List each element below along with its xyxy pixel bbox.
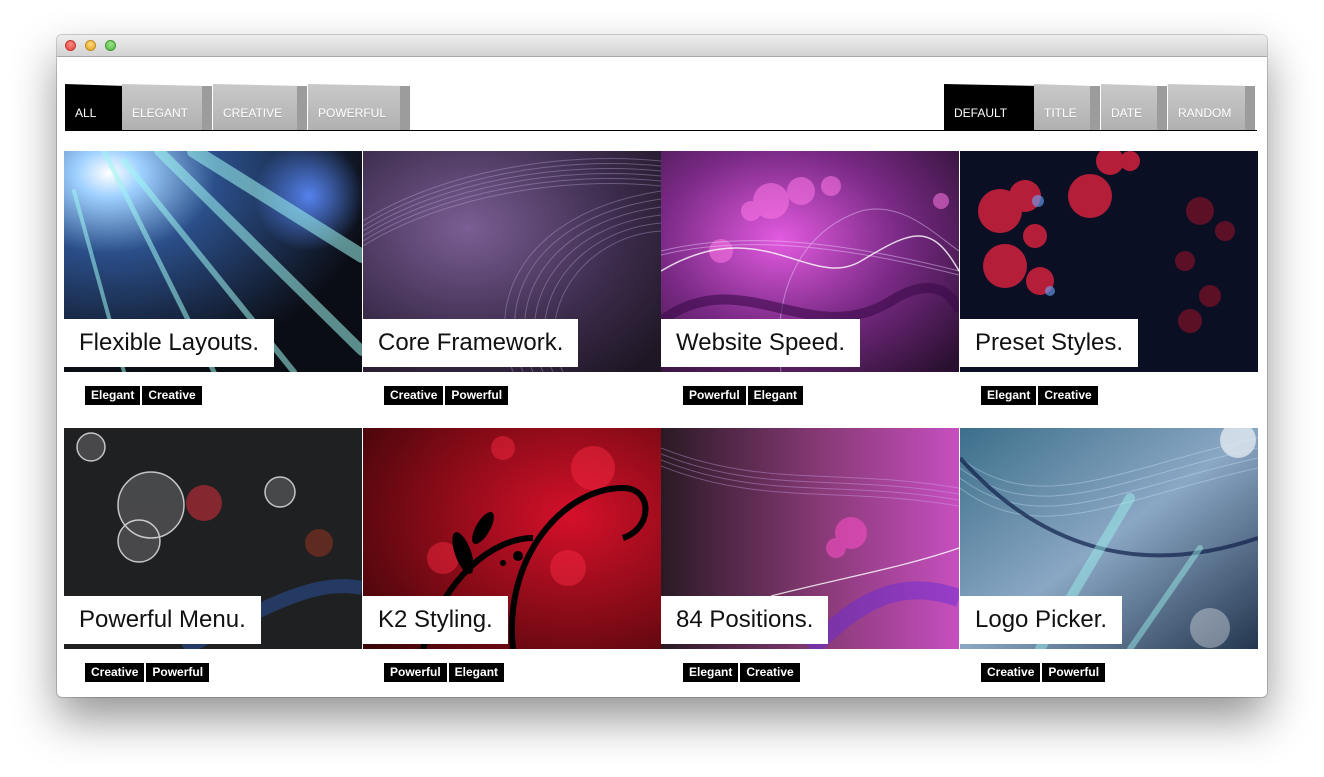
- card-tags: Powerful Elegant: [683, 386, 804, 405]
- card-tags: Creative Powerful: [981, 663, 1106, 682]
- filter-tab-label: ALL: [75, 106, 97, 120]
- card-title[interactable]: 84 Positions.: [661, 596, 829, 644]
- title-bar: [57, 35, 1267, 57]
- tag-badge[interactable]: Creative: [740, 663, 800, 682]
- tab-baseline: [65, 130, 1257, 131]
- tag-badge[interactable]: Creative: [384, 386, 444, 405]
- tag-badge[interactable]: Creative: [142, 386, 202, 405]
- tag-badge[interactable]: Elegant: [683, 663, 739, 682]
- maximize-window-icon[interactable]: [105, 40, 116, 51]
- filter-tab-label: ELEGANT: [132, 106, 189, 120]
- sort-tab-title[interactable]: TITLE: [1034, 84, 1090, 130]
- tag-badge[interactable]: Powerful: [146, 663, 210, 682]
- filter-tab-label: POWERFUL: [318, 106, 387, 120]
- tag-badge[interactable]: Powerful: [683, 386, 746, 405]
- card-title[interactable]: Website Speed.: [661, 319, 860, 367]
- card-title[interactable]: Preset Styles.: [960, 319, 1139, 367]
- tag-badge[interactable]: Powerful: [445, 386, 509, 405]
- minimize-window-icon[interactable]: [85, 40, 96, 51]
- filter-tab-label: CREATIVE: [223, 106, 283, 120]
- card-tags: Elegant Creative: [85, 386, 202, 405]
- card-title[interactable]: Logo Picker.: [960, 596, 1123, 644]
- tag-badge[interactable]: Elegant: [448, 663, 505, 682]
- browser-window: ALL ELEGANT CREATIVE POWERFUL DEFAULT TI…: [57, 35, 1267, 697]
- card-title[interactable]: Flexible Layouts.: [64, 319, 275, 367]
- sort-tab-label: DEFAULT: [954, 106, 1008, 120]
- tag-badge[interactable]: Elegant: [747, 386, 804, 405]
- card-tags: Powerful Elegant: [384, 663, 505, 682]
- filter-tab-elegant[interactable]: ELEGANT: [122, 84, 202, 130]
- card-tags: Creative Powerful: [85, 663, 210, 682]
- tab-divider: [1157, 86, 1167, 130]
- card-tags: Creative Powerful: [384, 386, 509, 405]
- sort-tab-label: DATE: [1111, 106, 1143, 120]
- card-tags: Elegant Creative: [981, 386, 1098, 405]
- filter-tab-powerful[interactable]: POWERFUL: [308, 84, 400, 130]
- sort-tab-date[interactable]: DATE: [1101, 84, 1157, 130]
- tag-badge[interactable]: Creative: [981, 663, 1041, 682]
- tag-badge[interactable]: Elegant: [85, 386, 141, 405]
- tab-divider: [400, 86, 410, 130]
- card-title[interactable]: K2 Styling.: [363, 596, 508, 644]
- tab-divider: [297, 86, 307, 130]
- card-tags: Elegant Creative: [683, 663, 800, 682]
- card-title[interactable]: Powerful Menu.: [64, 596, 261, 644]
- tab-divider: [1245, 86, 1255, 130]
- filter-tab-creative[interactable]: CREATIVE: [213, 84, 297, 130]
- sort-tab-label: RANDOM: [1178, 106, 1232, 120]
- close-window-icon[interactable]: [65, 40, 76, 51]
- tab-divider: [1090, 86, 1100, 130]
- tab-divider: [202, 86, 212, 130]
- tag-badge[interactable]: Creative: [85, 663, 145, 682]
- sort-tab-random[interactable]: RANDOM: [1168, 84, 1245, 130]
- sort-tab-label: TITLE: [1044, 106, 1077, 120]
- sort-tab-default[interactable]: DEFAULT: [944, 84, 1034, 130]
- tag-badge[interactable]: Elegant: [981, 386, 1037, 405]
- filter-tab-all[interactable]: ALL: [65, 84, 122, 130]
- tag-badge[interactable]: Powerful: [384, 663, 447, 682]
- card-title[interactable]: Core Framework.: [363, 319, 579, 367]
- tag-badge[interactable]: Creative: [1038, 386, 1098, 405]
- tag-badge[interactable]: Powerful: [1042, 663, 1106, 682]
